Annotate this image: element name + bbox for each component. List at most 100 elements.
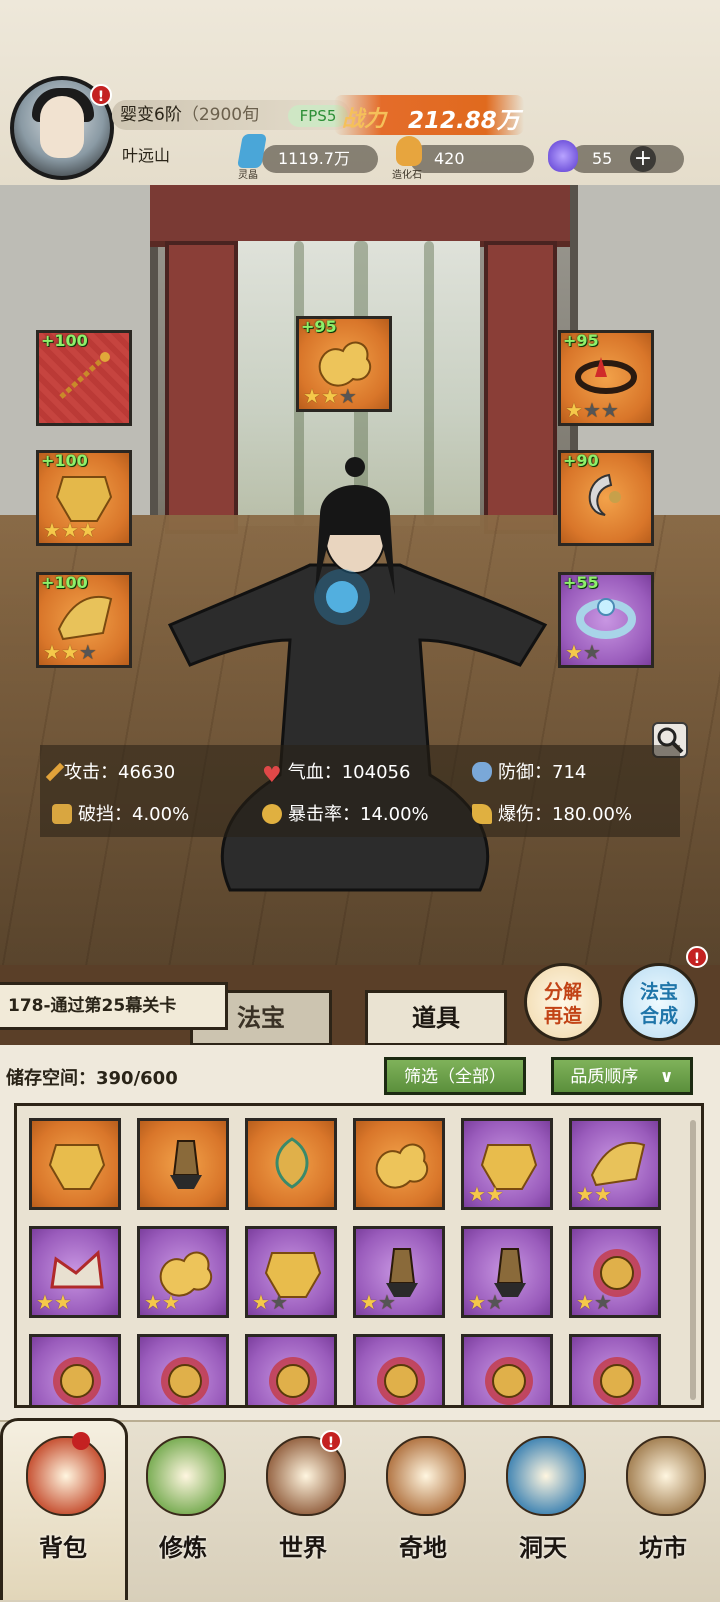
heart-icon: ♥ [262,763,282,788]
nav-shop[interactable]: 坊市 [608,1436,718,1586]
stat-value: 714 [552,762,587,783]
inventory-item[interactable] [245,1118,337,1210]
stat-crit-rate: 暴击率：14.00% [262,800,429,826]
nav-label: 世界 [279,1534,327,1562]
inventory-grid: ★★ ★★ ★★ ★★ ★★ ★★ ★★ ★★ [14,1103,704,1408]
stat-label: 攻击： [64,762,118,783]
star-rating: ★★ [565,640,601,664]
resource-soulflame[interactable]: 55 [570,145,684,173]
inventory-item[interactable] [29,1118,121,1210]
resource-lingjing[interactable]: 1119.7万 [262,145,378,173]
chain-weapon-icon [59,352,110,399]
inventory-item[interactable] [245,1334,337,1405]
inventory-item[interactable]: ★★ [569,1226,661,1318]
tab-daoju[interactable]: 道具 [365,990,507,1046]
stat-label: 气血： [287,762,342,783]
cultivator-character [167,457,548,892]
stat-label: 破挡： [78,804,132,825]
inventory-item[interactable]: ★★ [245,1226,337,1318]
resource-value: 420 [434,149,465,168]
nav-island[interactable]: 奇地 [368,1436,478,1586]
star-rating: ★★ [576,1182,612,1206]
stat-label: 暴击率： [288,804,360,825]
lion-icon [377,1357,425,1405]
realm-sub: （2900旬 [181,105,260,125]
golden-cloud-icon [318,341,372,387]
nav-label: 洞天 [519,1534,567,1562]
combine-button[interactable]: 法宝 合成 [620,963,698,1041]
staff-icon [170,1140,202,1189]
player-name: 叶远山 [122,146,171,165]
crit-icon [262,804,282,824]
nav-label: 修炼 [159,1534,207,1562]
stat-crit-damage: 爆伤：180.00% [472,800,632,826]
star-rating: ★★ [144,1290,180,1314]
boots-icon [57,595,113,641]
inventory-scrollbar[interactable] [690,1120,696,1400]
resource-value: 55 [592,149,613,168]
inventory-item[interactable]: ★★ [461,1118,553,1210]
dragon-icon [275,1137,309,1189]
storage-value: 390/600 [96,1068,178,1089]
lion-icon [269,1357,317,1405]
inventory-item[interactable]: ★★ [353,1226,445,1318]
stat-value: 104056 [341,762,411,783]
power-value: 212.88万 [408,108,520,134]
inventory-item[interactable]: ★★ [461,1226,553,1318]
inventory-item[interactable] [353,1118,445,1210]
stat-defense: 防御：714 [472,758,586,784]
star-rating: ★★ [468,1290,504,1314]
nav-label: 奇地 [399,1534,447,1562]
inventory-item[interactable] [353,1334,445,1405]
sort-label: 品质顺序 [570,1067,639,1087]
resource-zaohuashi[interactable]: 420 [410,145,534,173]
nav-scroll[interactable]: 世界! [248,1430,358,1586]
bag-icon [26,1436,106,1516]
lotus-icon [146,1436,226,1516]
inventory-item[interactable]: ★★ [29,1226,121,1318]
inventory-item[interactable] [461,1334,553,1405]
star-rating: ★★ [576,1290,612,1314]
golden-cloud-icon [375,1143,429,1189]
storage-capacity: 储存空间：390/600 [6,1064,178,1090]
equip-slot-weapon[interactable]: +100 [36,330,132,426]
realm-name: 婴变6阶 [120,105,182,125]
stat-penetration: 破挡：4.00% [52,800,189,826]
quest-banner[interactable]: 178-通过第25幕关卡 [0,982,228,1030]
star-rating: ★★ [252,1290,288,1314]
nav-bag[interactable]: 背包 [8,1436,118,1586]
inventory-item[interactable] [137,1118,229,1210]
inventory-item[interactable] [569,1334,661,1405]
add-resource-button[interactable]: + [630,146,656,172]
star-rating: ★★ [36,1290,72,1314]
bag-notification-dot [72,1432,90,1450]
decompose-button[interactable]: 分解 再造 [524,963,602,1041]
star-rating: ★★★ [43,518,97,542]
equip-slot-bracelet[interactable]: +55 ★★ [558,572,654,668]
equip-slot-boots[interactable]: +100 ★★★ [36,572,132,668]
storage-label: 储存空间： [6,1068,96,1089]
equip-slot-crown[interactable]: +95 ★★★ [558,330,654,426]
equip-slot-armor[interactable]: +100 ★★★ [36,450,132,546]
inventory-item[interactable] [29,1334,121,1405]
armor-icon [48,1144,106,1190]
inventory-item[interactable]: ★★ [569,1118,661,1210]
lion-icon [161,1357,209,1405]
nav-portal[interactable]: 洞天 [488,1436,598,1586]
nav-lotus[interactable]: 修炼 [128,1436,238,1586]
filter-dropdown[interactable]: 筛选（全部） [384,1057,526,1095]
bracelet-icon [576,598,636,639]
star-rating: ★★ [360,1290,396,1314]
inventory-item[interactable]: ★★ [137,1226,229,1318]
break-icon [52,804,72,824]
resource-label: 灵晶 [238,170,258,181]
resource-value: 1119.7万 [278,149,350,168]
stat-value: 14.00% [360,804,429,825]
sort-dropdown[interactable]: 品质顺序 ∨ [551,1057,693,1095]
star-rating: ★★★ [43,640,97,664]
inventory-item[interactable] [137,1334,229,1405]
chevron-down-icon: ∨ [659,1067,674,1087]
equip-slot-treasure[interactable]: +95 ★★★ [296,316,392,412]
equip-slot-pendant[interactable]: +90 [558,450,654,546]
armor-icon [55,476,113,522]
